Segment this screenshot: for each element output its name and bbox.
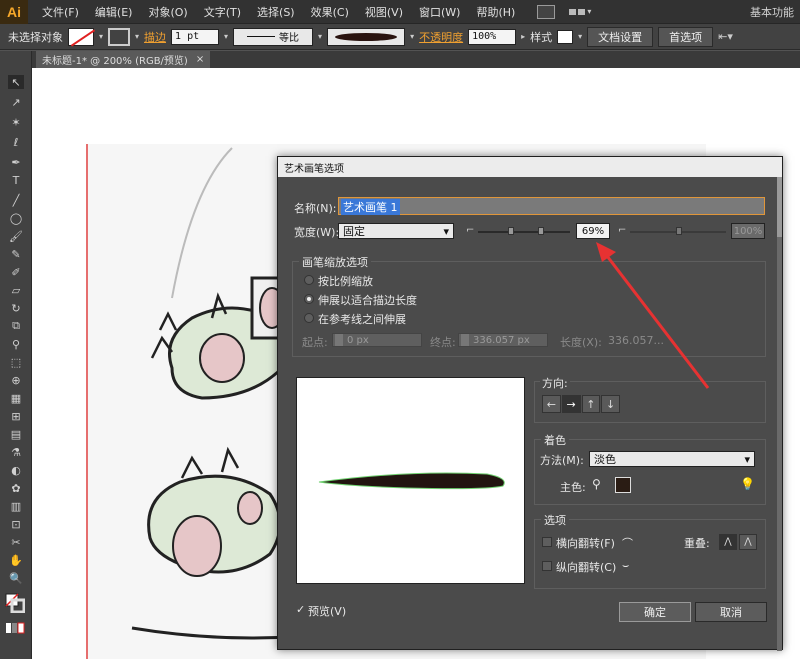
annotation-arrow	[596, 242, 710, 389]
